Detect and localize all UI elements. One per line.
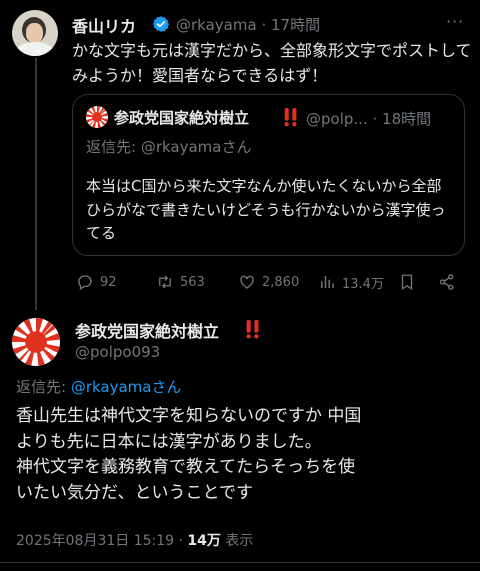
tweet-text: 香山先生は神代文字を知らないのですか 中国 よりも先に日本には漢字がありました。… <box>16 404 476 506</box>
timestamp[interactable]: 17時間 <box>271 16 320 34</box>
double-exclamation-icon <box>246 319 259 339</box>
views-icon <box>321 276 334 288</box>
separator: · <box>261 16 267 34</box>
tweet-date[interactable]: 2025年08月31日 15:19 <box>16 533 174 549</box>
views-label: 表示 <box>220 533 254 549</box>
more-icon[interactable]: ··· <box>446 12 464 31</box>
reply-prefix: 返信先: <box>16 378 71 396</box>
tweet-text-line: いたい気分だ、ということです <box>16 482 253 503</box>
separator: · <box>372 110 378 128</box>
share-button[interactable] <box>438 272 456 292</box>
reply-mention: @rkayamaさん <box>140 138 252 156</box>
quoted-handle-and-time[interactable]: @polp... · 18時間 <box>306 108 431 129</box>
reply-icon <box>78 275 92 290</box>
reply-button[interactable]: 92 <box>76 272 117 292</box>
views-button[interactable]: 13.4万 <box>318 272 384 292</box>
quoted-reply-to: 返信先: @rkayamaさん <box>86 136 251 157</box>
tweet-text-line: 香山先生は神代文字を知らないのですか 中国 <box>16 406 362 426</box>
share-icon <box>439 274 454 290</box>
quoted-handle: @polp... <box>306 110 368 128</box>
divider <box>0 562 480 563</box>
quoted-timestamp: 18時間 <box>382 110 432 128</box>
tweet-text-line: よりも先に日本には漢字がありました。 <box>16 431 322 452</box>
tweet-text: かな文字も元は漢字だから、全部象形文字でポストしてみようか！愛国者ならできるはず… <box>72 41 472 85</box>
bookmark-button[interactable] <box>398 272 416 292</box>
author-name[interactable]: 参政党国家絶対樹立 <box>75 318 219 342</box>
reply-count: 92 <box>100 274 117 290</box>
author-handle-and-time[interactable]: @rkayama · 17時間 <box>176 14 320 35</box>
repost-count: 563 <box>180 274 205 290</box>
reply-prefix: 返信先: <box>86 138 141 156</box>
rising-sun-avatar[interactable] <box>86 106 108 128</box>
thread-line <box>35 58 37 310</box>
rising-sun-avatar[interactable] <box>12 318 60 366</box>
double-exclamation-icon <box>284 108 297 127</box>
like-count: 2,860 <box>262 274 300 290</box>
repost-button[interactable]: 563 <box>156 272 205 292</box>
tweet-meta: 2025年08月31日 15:19 · 14万 表示 <box>16 530 253 550</box>
quoted-author-name[interactable]: 参政党国家絶対樹立 <box>114 107 249 128</box>
author-handle: @rkayama <box>176 16 257 34</box>
separator: · <box>174 533 188 549</box>
verified-badge-icon <box>152 16 170 32</box>
views-count: 14万 <box>187 533 221 549</box>
avatar-face <box>26 23 43 43</box>
avatar-shirt <box>16 42 54 56</box>
reply-to: 返信先: @rkayamaさん <box>16 376 181 397</box>
like-button[interactable]: 2,860 <box>238 272 299 292</box>
views-count: 13.4万 <box>342 276 384 292</box>
avatar[interactable] <box>12 10 58 56</box>
quoted-tweet-text: 本当はC国から来た文字なんか使いたくないから全部ひらがなで書きたいけどそうも行か… <box>86 177 446 242</box>
author-handle[interactable]: @polpo093 <box>75 343 160 361</box>
bookmark-icon <box>401 274 413 291</box>
like-icon <box>240 275 254 289</box>
tweet-text-line: 神代文字を義務教育で教えてたらそっちを使 <box>16 457 356 477</box>
author-name[interactable]: 香山リカ <box>72 13 136 37</box>
repost-icon <box>159 275 171 289</box>
reply-mention-link[interactable]: @rkayamaさん <box>71 378 182 396</box>
